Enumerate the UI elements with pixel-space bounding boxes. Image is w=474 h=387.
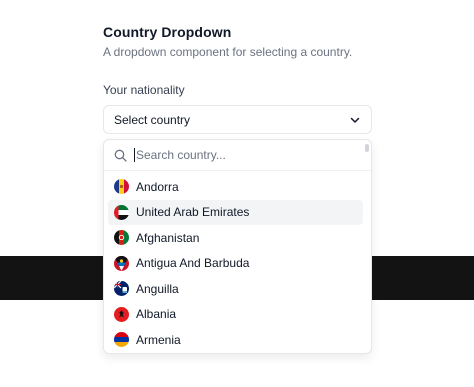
armenia-flag-icon: [114, 332, 129, 348]
afghanistan-flag-icon: [114, 230, 129, 246]
albania-flag-icon: [114, 306, 129, 322]
antigua-flag-icon: [114, 255, 129, 271]
chevron-down-icon: [349, 114, 361, 126]
list-item-albania[interactable]: Albania: [108, 302, 363, 328]
country-label: United Arab Emirates: [136, 205, 250, 220]
select-value: Select country: [114, 112, 191, 127]
page-title: Country Dropdown: [103, 24, 232, 40]
uae-flag-icon: [114, 204, 129, 220]
list-item-andorra[interactable]: Andorra: [108, 174, 363, 200]
country-label: Armenia: [136, 332, 181, 347]
search-icon: [114, 148, 128, 162]
country-select-trigger[interactable]: Select country: [103, 105, 372, 134]
list-item-antigua[interactable]: Antigua And Barbuda: [108, 251, 363, 277]
country-label: Andorra: [136, 179, 179, 194]
nationality-label: Your nationality: [103, 83, 185, 97]
search-row: [104, 140, 371, 171]
anguilla-flag-icon: [114, 281, 129, 297]
list-item-afghanistan[interactable]: Afghanistan: [108, 225, 363, 251]
country-label: Albania: [136, 307, 177, 322]
page-subtitle: A dropdown component for selecting a cou…: [103, 45, 353, 59]
scrollbar[interactable]: [365, 144, 369, 152]
list-item-uae[interactable]: United Arab Emirates: [108, 199, 363, 225]
list-item-armenia[interactable]: Armenia: [108, 327, 363, 353]
search-input[interactable]: [134, 148, 334, 162]
country-list: Andorra United Arab Emirates Afghanistan…: [108, 174, 363, 353]
list-item-anguilla[interactable]: Anguilla: [108, 276, 363, 302]
country-label: Anguilla: [136, 281, 179, 296]
country-label: Afghanistan: [136, 230, 200, 245]
country-label: Antigua And Barbuda: [136, 256, 250, 271]
andorra-flag-icon: [114, 179, 129, 195]
country-dropdown-menu: Andorra United Arab Emirates Afghanistan…: [103, 139, 372, 354]
